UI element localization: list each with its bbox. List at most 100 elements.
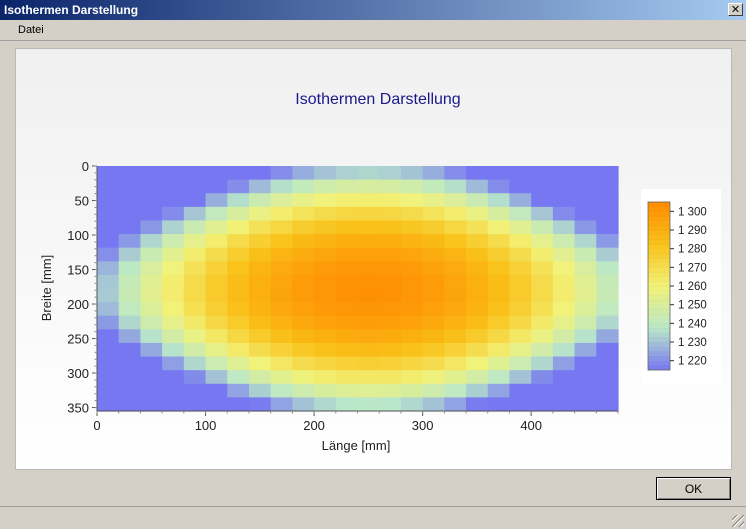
- colorbar-band: [648, 253, 670, 259]
- heatmap-cell: [227, 166, 250, 181]
- y-tick-label: 100: [67, 228, 89, 243]
- heatmap-cell: [596, 383, 619, 398]
- heatmap-cell: [140, 220, 163, 235]
- heatmap-cell: [531, 383, 554, 398]
- heatmap-cell: [531, 247, 554, 262]
- colorbar-band: [648, 244, 670, 249]
- heatmap-cell: [400, 342, 424, 358]
- heatmap-cell: [227, 329, 250, 344]
- colorbar-band: [648, 216, 670, 221]
- heatmap-cell: [422, 234, 445, 249]
- colorbar-band: [648, 309, 670, 315]
- heatmap-cell: [292, 179, 315, 194]
- colorbar-band: [648, 360, 670, 366]
- heatmap-cell: [466, 247, 489, 262]
- heatmap-cell: [335, 315, 359, 330]
- heatmap-cell: [574, 193, 597, 208]
- colorbar-band: [648, 262, 670, 268]
- heatmap-cell: [335, 206, 359, 222]
- y-tick-label: 300: [67, 366, 89, 381]
- heatmap-cell: [292, 220, 315, 235]
- heatmap-cell: [205, 274, 228, 290]
- heatmap-cell: [183, 274, 207, 290]
- heatmap-cell: [314, 247, 337, 262]
- heatmap-cell: [248, 342, 272, 358]
- heatmap-cell: [183, 302, 207, 317]
- heatmap-cell: [292, 329, 315, 344]
- ok-button[interactable]: OK: [656, 477, 731, 500]
- heatmap-cell: [444, 234, 467, 249]
- heatmap-cell: [335, 179, 359, 194]
- heatmap-cell: [97, 315, 120, 330]
- heatmap-cell: [314, 166, 337, 181]
- heatmap-cell: [509, 220, 532, 235]
- y-tick-label: 150: [67, 263, 89, 278]
- heatmap-cell: [574, 261, 597, 276]
- menu-item-datei[interactable]: Datei: [12, 24, 50, 36]
- colorbar-band: [648, 267, 670, 273]
- heatmap-cell: [379, 247, 402, 262]
- heatmap-cell: [379, 302, 402, 317]
- heatmap-cell: [97, 288, 120, 303]
- heatmap-cell: [270, 247, 293, 262]
- heatmap-cell: [270, 179, 293, 194]
- heatmap-cell: [400, 247, 424, 262]
- heatmap-cell: [162, 274, 185, 290]
- heatmap-cell: [140, 397, 163, 412]
- heatmap-cell: [444, 356, 467, 371]
- heatmap-cell: [314, 220, 337, 235]
- heatmap-cell: [487, 397, 511, 412]
- heatmap-cell: [552, 397, 576, 412]
- heatmap-cell: [574, 329, 597, 344]
- heatmap-cell: [596, 220, 619, 235]
- y-tick-label: 200: [67, 297, 89, 312]
- colorbar-band: [648, 248, 670, 254]
- heatmap-cell: [270, 220, 293, 235]
- heatmap-cell: [162, 383, 185, 398]
- heatmap-cell: [227, 383, 250, 398]
- resize-grip-icon[interactable]: [732, 515, 744, 527]
- heatmap-cell: [183, 383, 207, 398]
- heatmap-cell: [596, 342, 619, 358]
- colorbar-tick-label: 1 270: [678, 262, 707, 274]
- heatmap-cell: [487, 302, 511, 317]
- heatmap-cell: [422, 342, 445, 358]
- heatmap-cell: [140, 370, 163, 385]
- heatmap-cell: [335, 383, 359, 398]
- heatmap-cell: [314, 315, 337, 330]
- heatmap-cell: [162, 166, 185, 181]
- heatmap-cell: [227, 193, 250, 208]
- heatmap-cell: [248, 193, 272, 208]
- heatmap-cell: [335, 370, 359, 385]
- heatmap-cell: [444, 288, 467, 303]
- heatmap-cell: [335, 193, 359, 208]
- heatmap-cell: [248, 397, 272, 412]
- heatmap-cell: [97, 329, 120, 344]
- heatmap-cell: [227, 356, 250, 371]
- heatmap-cell: [422, 261, 445, 276]
- heatmap-cell: [596, 234, 619, 249]
- heatmap-cell: [552, 166, 576, 181]
- heatmap-cell: [400, 356, 424, 371]
- heatmap-cell: [335, 342, 359, 358]
- heatmap-cell: [118, 370, 142, 385]
- close-button[interactable]: ✕: [728, 3, 743, 16]
- heatmap-cell: [509, 397, 532, 412]
- heatmap-cell: [227, 179, 250, 194]
- heatmap-cell: [357, 383, 380, 398]
- heatmap-cell: [140, 179, 163, 194]
- heatmap-cell: [466, 274, 489, 290]
- heatmap-cell: [118, 247, 142, 262]
- heatmap-cell: [140, 315, 163, 330]
- heatmap-cell: [270, 274, 293, 290]
- heatmap-cell: [183, 193, 207, 208]
- heatmap-cell: [596, 274, 619, 290]
- heatmap-cell: [162, 220, 185, 235]
- heatmap-cell: [205, 166, 228, 181]
- heatmap-cell: [379, 166, 402, 181]
- colorbar-band: [648, 328, 670, 333]
- colorbar-band: [648, 342, 670, 347]
- heatmap-cell: [118, 342, 142, 358]
- colorbar-band: [648, 258, 670, 263]
- heatmap-cell: [422, 329, 445, 344]
